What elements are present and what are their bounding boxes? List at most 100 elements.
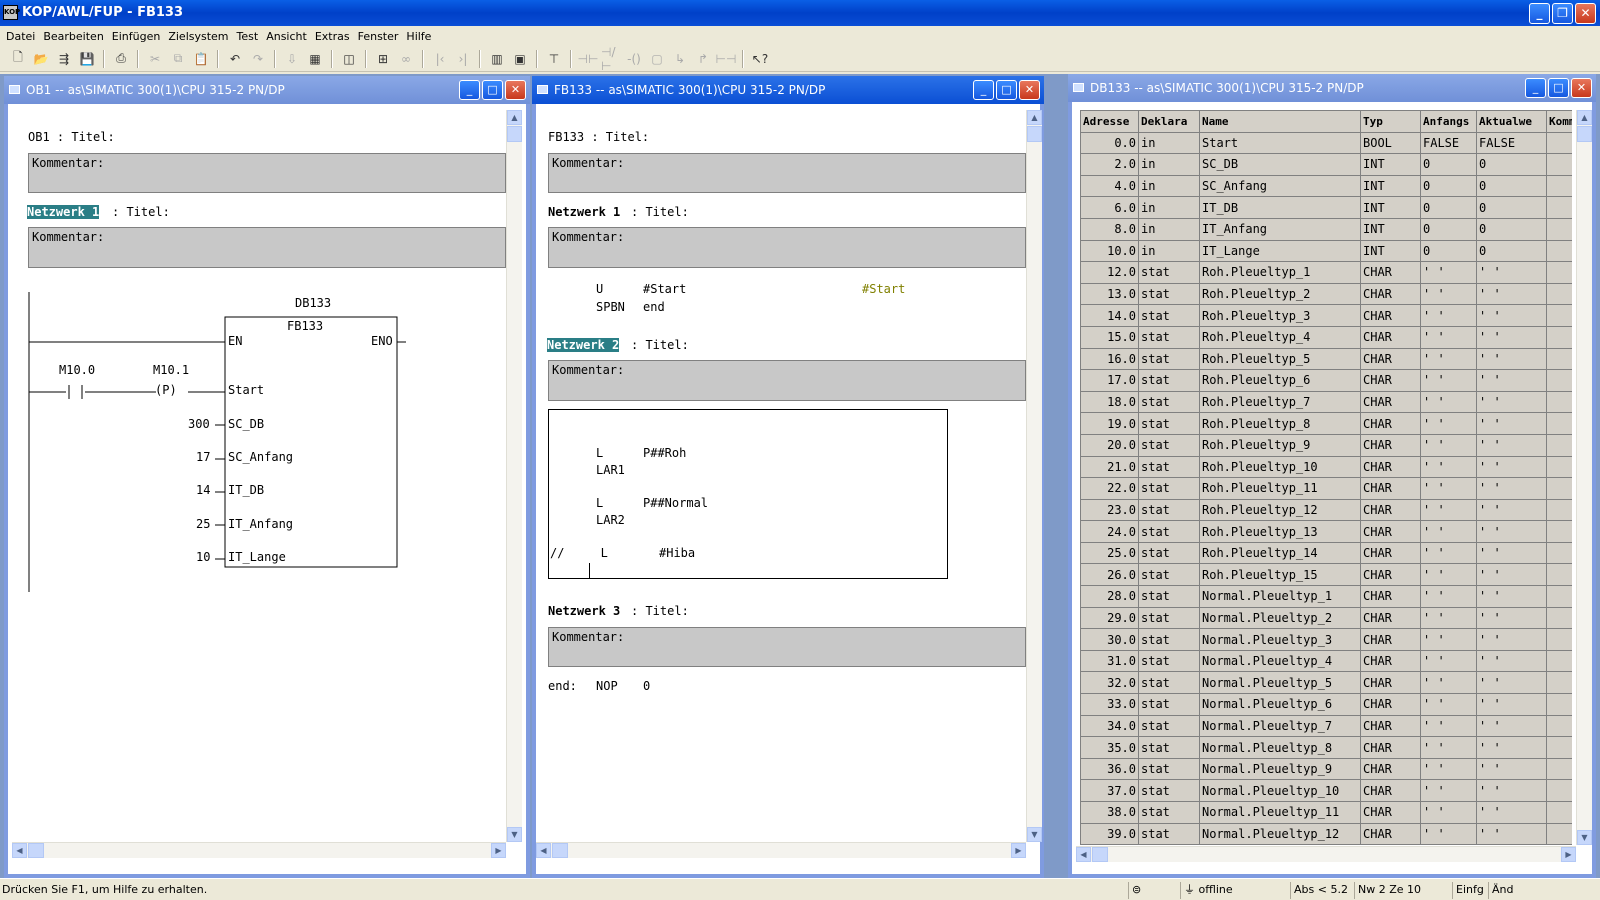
download-icon[interactable]: ⇩	[282, 49, 302, 69]
nc-contact-icon[interactable]: ⊣/⊢	[601, 45, 621, 73]
fb-value-sc-anfang[interactable]: 17	[196, 450, 210, 464]
table-row[interactable]: 0.0 in Start BOOL FALSE FALSE	[1080, 131, 1572, 155]
accessible-nodes-icon[interactable]: ⇶	[54, 49, 74, 69]
cell-aktualwert[interactable]: ' '	[1476, 325, 1547, 349]
table-row[interactable]: 34.0 stat Normal.Pleueltyp_7 CHAR ' ' ' '	[1080, 714, 1572, 738]
ob1-horizontal-scrollbar[interactable]: ◀ ▶	[12, 842, 506, 858]
cell-kommentar[interactable]	[1546, 477, 1572, 500]
table-row[interactable]: 37.0 stat Normal.Pleueltyp_10 CHAR ' ' ' '	[1080, 779, 1572, 802]
cell-kommentar[interactable]	[1546, 390, 1572, 414]
db133-title-bar[interactable]: DB133 -- as\SIMATIC 300(1)\CPU 315-2 PN/…	[1068, 74, 1596, 102]
ob1-network-comment[interactable]: Kommentar:	[28, 227, 506, 268]
cell-kommentar[interactable]	[1546, 498, 1572, 522]
db133-close-button[interactable]: ✕	[1571, 78, 1592, 98]
menu-einfuegen[interactable]: Einfügen	[110, 30, 167, 43]
scroll-down-arrow[interactable]: ▼	[1027, 827, 1042, 842]
table-row[interactable]: 2.0 in SC_DB INT 0 0	[1080, 153, 1572, 176]
stl-arg[interactable]: end	[643, 300, 665, 314]
cell-aktualwert[interactable]: ' '	[1476, 628, 1547, 651]
cell-aktualwert[interactable]: ' '	[1476, 541, 1547, 565]
cell-kommentar[interactable]	[1546, 347, 1572, 371]
cell-aktualwert[interactable]: ' '	[1476, 369, 1547, 392]
cell-aktualwert[interactable]: ' '	[1476, 282, 1547, 306]
scroll-left-arrow[interactable]: ◀	[536, 843, 551, 858]
cell-aktualwert[interactable]: 0	[1476, 239, 1547, 263]
cell-aktualwert[interactable]: ' '	[1476, 390, 1547, 414]
app-restore-button[interactable]: ❐	[1552, 3, 1573, 24]
table-row[interactable]: 31.0 stat Normal.Pleueltyp_4 CHAR ' ' ' '	[1080, 649, 1572, 673]
coil-icon[interactable]: -()	[624, 49, 644, 69]
cell-aktualwert[interactable]: ' '	[1476, 412, 1547, 435]
cell-aktualwert[interactable]: ' '	[1476, 649, 1547, 673]
table-row[interactable]: 20.0 stat Roh.Pleueltyp_9 CHAR ' ' ' '	[1080, 433, 1572, 457]
scroll-right-arrow[interactable]: ▶	[1561, 847, 1576, 862]
box-icon[interactable]: ▢	[647, 49, 667, 69]
fb133-network3-comment[interactable]: Kommentar:	[548, 627, 1026, 667]
table-row[interactable]: 23.0 stat Roh.Pleueltyp_12 CHAR ' ' ' '	[1080, 498, 1572, 522]
stl-op[interactable]: LAR1	[596, 463, 625, 477]
cell-aktualwert[interactable]: ' '	[1476, 714, 1547, 738]
new-network-icon[interactable]: ⊤	[544, 49, 564, 69]
cell-kommentar[interactable]	[1546, 714, 1572, 738]
fb133-minimize-button[interactable]: _	[973, 80, 994, 100]
table-row[interactable]: 21.0 stat Roh.Pleueltyp_10 CHAR ' ' ' '	[1080, 455, 1572, 479]
connection-icon[interactable]: ⊢⊣	[716, 49, 737, 69]
fb133-network2-comment[interactable]: Kommentar:	[548, 360, 1026, 401]
scroll-right-arrow[interactable]: ▶	[491, 843, 506, 858]
cell-kommentar[interactable]	[1546, 455, 1572, 479]
cell-kommentar[interactable]	[1546, 628, 1572, 651]
new-file-icon[interactable]: 🗋	[8, 49, 28, 69]
print-icon[interactable]: ⎙	[111, 49, 131, 69]
stl-op[interactable]: U	[596, 282, 603, 296]
scroll-thumb[interactable]	[28, 843, 44, 858]
scroll-thumb[interactable]	[507, 126, 522, 142]
glasses-icon[interactable]: ∞	[396, 49, 416, 69]
network-icon[interactable]: ⊞	[373, 49, 393, 69]
cell-kommentar[interactable]	[1546, 822, 1572, 845]
cell-kommentar[interactable]	[1546, 801, 1572, 824]
cell-kommentar[interactable]	[1546, 325, 1572, 349]
open-folder-icon[interactable]: 📂	[31, 49, 51, 69]
fb133-close-button[interactable]: ✕	[1019, 80, 1040, 100]
cell-aktualwert[interactable]: ' '	[1476, 671, 1547, 695]
cell-aktualwert[interactable]: ' '	[1476, 455, 1547, 479]
table-row[interactable]: 17.0 stat Roh.Pleueltyp_6 CHAR ' ' ' '	[1080, 369, 1572, 392]
cell-aktualwert[interactable]: ' '	[1476, 498, 1547, 522]
cell-aktualwert[interactable]: 0	[1476, 196, 1547, 219]
app-minimize-button[interactable]: _	[1529, 3, 1550, 24]
stl-op[interactable]: SPBN	[596, 300, 625, 314]
table-row[interactable]: 22.0 stat Roh.Pleueltyp_11 CHAR ' ' ' '	[1080, 477, 1572, 500]
app-close-button[interactable]: ✕	[1575, 3, 1596, 24]
cell-aktualwert[interactable]: ' '	[1476, 822, 1547, 845]
table-row[interactable]: 39.0 stat Normal.Pleueltyp_12 CHAR ' ' ' '	[1080, 822, 1572, 845]
cell-kommentar[interactable]	[1546, 304, 1572, 327]
table-row[interactable]: 10.0 in IT_Lange INT 0 0	[1080, 239, 1572, 263]
table-row[interactable]: 38.0 stat Normal.Pleueltyp_11 CHAR ' ' ' '	[1080, 801, 1572, 824]
scroll-left-arrow[interactable]: ◀	[1076, 847, 1091, 862]
cell-aktualwert[interactable]: ' '	[1476, 563, 1547, 587]
cell-aktualwert[interactable]: ' '	[1476, 606, 1547, 630]
scroll-up-arrow[interactable]: ▲	[1027, 110, 1042, 125]
cut-icon[interactable]: ✂	[145, 49, 165, 69]
table-row[interactable]: 15.0 stat Roh.Pleueltyp_4 CHAR ' ' ' '	[1080, 325, 1572, 349]
ob1-block-comment[interactable]: Kommentar:	[28, 153, 506, 193]
scroll-up-arrow[interactable]: ▲	[1577, 110, 1592, 125]
cell-kommentar[interactable]	[1546, 153, 1572, 176]
fb133-vertical-scrollbar[interactable]: ▲ ▼	[1026, 110, 1042, 842]
col-header-deklaration[interactable]: Deklara	[1138, 110, 1200, 133]
stl-arg[interactable]: P##Roh	[643, 446, 686, 460]
cell-kommentar[interactable]	[1546, 585, 1572, 608]
table-row[interactable]: 12.0 stat Roh.Pleueltyp_1 CHAR ' ' ' '	[1080, 261, 1572, 284]
cell-kommentar[interactable]	[1546, 217, 1572, 241]
menu-extras[interactable]: Extras	[313, 30, 356, 43]
table-row[interactable]: 32.0 stat Normal.Pleueltyp_5 CHAR ' ' ' '	[1080, 671, 1572, 695]
fb133-block-comment[interactable]: Kommentar:	[548, 153, 1026, 193]
scroll-down-arrow[interactable]: ▼	[1577, 830, 1592, 845]
table-row[interactable]: 6.0 in IT_DB INT 0 0	[1080, 196, 1572, 219]
menu-datei[interactable]: Datei	[4, 30, 41, 43]
stl-arg[interactable]: P##Normal	[643, 496, 708, 510]
no-contact-icon[interactable]: ⊣⊢	[578, 49, 599, 69]
save-icon[interactable]: 💾	[77, 49, 97, 69]
col-header-adresse[interactable]: Adresse	[1080, 110, 1139, 133]
table-row[interactable]: 13.0 stat Roh.Pleueltyp_2 CHAR ' ' ' '	[1080, 282, 1572, 306]
